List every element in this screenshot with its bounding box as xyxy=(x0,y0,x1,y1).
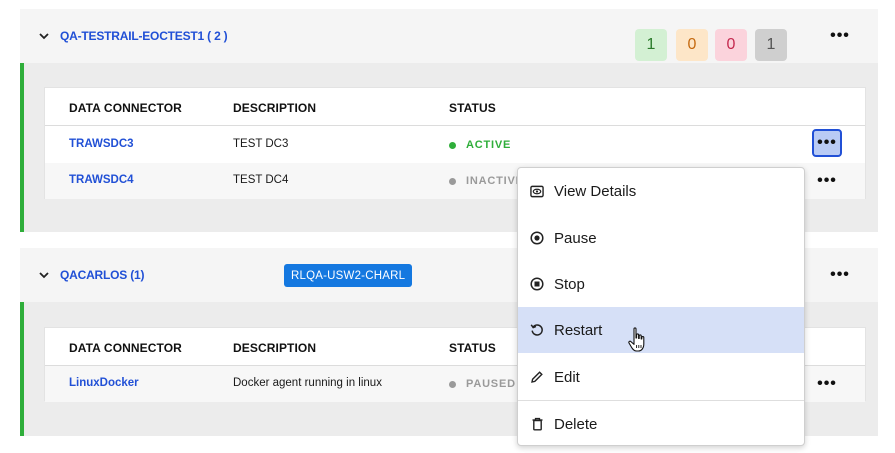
trash-icon xyxy=(530,417,544,431)
group-header[interactable]: QA-TESTRAIL-EOCTEST1 ( 2 ) 1 0 0 1 ••• xyxy=(20,9,878,63)
count-badge-warning: 0 xyxy=(676,29,708,61)
table-row: TRAWSDC3 TEST DC3 ACTIVE ••• xyxy=(45,127,865,163)
menu-item-view-details[interactable]: View Details xyxy=(518,168,804,214)
table-header: DATA CONNECTOR DESCRIPTION STATUS xyxy=(45,88,865,126)
menu-item-label: Stop xyxy=(554,275,585,293)
menu-item-edit[interactable]: Edit xyxy=(518,354,804,400)
column-header: DESCRIPTION xyxy=(233,341,317,355)
menu-item-delete[interactable]: Delete xyxy=(518,401,804,447)
status-text: INACTIVE xyxy=(466,175,524,187)
column-header: DATA CONNECTOR xyxy=(69,101,182,115)
pause-circle-icon xyxy=(530,231,544,245)
status-dot-icon xyxy=(449,177,456,185)
region-tag: RLQA-USW2-CHARL xyxy=(284,264,413,287)
chevron-down-icon[interactable] xyxy=(38,30,50,42)
group-more-button[interactable]: ••• xyxy=(825,261,855,289)
connector-link[interactable]: TRAWSDC4 xyxy=(69,174,134,186)
count-badge-error: 0 xyxy=(715,29,747,61)
connector-link[interactable]: LinuxDocker xyxy=(69,377,139,389)
connector-link[interactable]: TRAWSDC3 xyxy=(69,138,134,150)
description-cell: Docker agent running in linux xyxy=(233,377,382,389)
row-actions-menu: View Details Pause Stop Restart Edit Del… xyxy=(517,167,805,446)
restart-icon xyxy=(530,323,544,337)
menu-item-label: Delete xyxy=(554,415,598,433)
menu-item-label: Edit xyxy=(554,368,580,386)
row-more-button[interactable]: ••• xyxy=(812,167,842,195)
eye-icon xyxy=(530,184,544,198)
menu-item-pause[interactable]: Pause xyxy=(518,215,804,261)
status-dot-icon xyxy=(449,141,456,149)
description-cell: TEST DC4 xyxy=(233,174,289,186)
status-badge: ACTIVE xyxy=(449,139,511,151)
row-more-button[interactable]: ••• xyxy=(812,370,842,398)
status-dot-icon xyxy=(449,380,456,388)
count-badge-active: 1 xyxy=(635,29,667,61)
group-title[interactable]: QACARLOS (1) xyxy=(60,268,144,282)
hand-cursor-icon xyxy=(628,327,648,358)
menu-item-stop[interactable]: Stop xyxy=(518,261,804,307)
menu-item-label: Pause xyxy=(554,229,597,247)
column-header: STATUS xyxy=(449,101,496,115)
status-text: PAUSED xyxy=(466,378,516,390)
description-cell: TEST DC3 xyxy=(233,138,289,150)
status-text: ACTIVE xyxy=(466,139,512,151)
group-more-button[interactable]: ••• xyxy=(825,22,855,50)
status-badge: PAUSED xyxy=(449,378,516,390)
chevron-down-icon[interactable] xyxy=(38,269,50,281)
column-header: DESCRIPTION xyxy=(233,101,317,115)
menu-item-label: Restart xyxy=(554,321,603,339)
row-more-button[interactable]: ••• xyxy=(812,129,842,157)
group-title[interactable]: QA-TESTRAIL-EOCTEST1 ( 2 ) xyxy=(60,29,228,43)
count-badge-inactive: 1 xyxy=(755,29,787,61)
stop-circle-icon xyxy=(530,277,544,291)
column-header: STATUS xyxy=(449,341,496,355)
pencil-icon xyxy=(530,370,544,384)
column-header: DATA CONNECTOR xyxy=(69,341,182,355)
menu-item-label: View Details xyxy=(554,182,637,200)
menu-item-restart[interactable]: Restart xyxy=(518,307,804,353)
status-badge: INACTIVE xyxy=(449,175,524,187)
